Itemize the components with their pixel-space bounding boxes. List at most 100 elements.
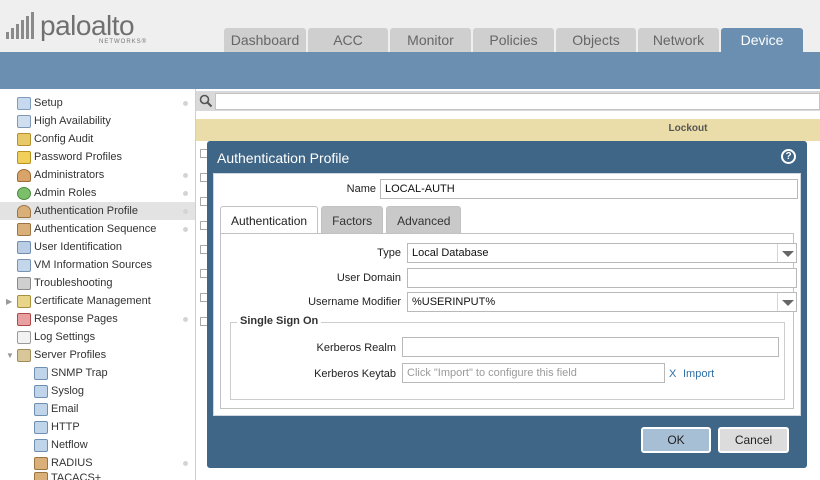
sidebar-item-high-availability[interactable]: High Availability: [0, 112, 195, 130]
single-sign-on-group: Single Sign On Kerberos Realm Kerberos K…: [230, 315, 785, 400]
sidebar-item-label: Response Pages: [34, 313, 118, 325]
setup-icon: [17, 96, 31, 110]
sidebar-item-netflow[interactable]: Netflow: [0, 436, 195, 454]
snmp-trap-icon: [34, 366, 48, 380]
sidebar-item-label: Authentication Profile: [34, 205, 138, 217]
main-tabs: Dashboard ACC Monitor Policies Objects N…: [224, 28, 805, 52]
sidebar-item-label: Syslog: [51, 385, 85, 397]
email-icon: [34, 402, 48, 416]
http-icon: [34, 420, 48, 434]
sidebar-item-syslog[interactable]: Syslog: [0, 382, 195, 400]
tab-policies[interactable]: Policies: [473, 28, 554, 52]
sidebar-item-tacacs[interactable]: TACACS+: [0, 472, 195, 480]
sidebar-item-setup[interactable]: Setup: [0, 94, 195, 112]
syslog-icon: [34, 384, 48, 398]
tab-factors[interactable]: Factors: [321, 206, 384, 234]
server-profiles-icon: [17, 348, 31, 362]
status-dot: [183, 460, 188, 466]
username-modifier-select[interactable]: %USERINPUT%: [407, 292, 797, 312]
sidebar-item-label: Troubleshooting: [34, 277, 113, 289]
sidebar-item-log-settings[interactable]: Log Settings: [0, 328, 195, 346]
sidebar-item-server-profiles[interactable]: ▼ Server Profiles: [0, 346, 195, 364]
password-profiles-icon: [17, 150, 31, 164]
ok-button[interactable]: OK: [641, 427, 711, 453]
certificate-management-icon: [17, 294, 31, 308]
type-select-value: Local Database: [412, 247, 489, 259]
column-header-lockout: Lockout: [668, 123, 708, 134]
search-bar: [196, 91, 820, 111]
sidebar-item-email[interactable]: Email: [0, 400, 195, 418]
vm-information-sources-icon: [17, 258, 31, 272]
status-dot: [183, 190, 188, 196]
username-modifier-value: %USERINPUT%: [412, 296, 496, 308]
status-dot: [183, 226, 188, 232]
sidebar-item-label: RADIUS: [51, 457, 93, 469]
tab-authentication[interactable]: Authentication: [220, 206, 319, 234]
tab-acc[interactable]: ACC: [308, 28, 388, 52]
chevron-down-icon[interactable]: [777, 293, 796, 311]
header-band: [0, 52, 820, 89]
kerberos-keytab-field[interactable]: Click "Import" to configure this field: [402, 363, 665, 383]
sidebar-item-label: Authentication Sequence: [34, 223, 157, 235]
status-dot: [183, 172, 188, 178]
sidebar-item-response-pages[interactable]: Response Pages: [0, 310, 195, 328]
chevron-down-icon[interactable]: [777, 244, 796, 262]
search-icon[interactable]: [199, 94, 213, 108]
authentication-sequence-icon: [17, 222, 31, 236]
kerberos-realm-field[interactable]: [402, 337, 779, 357]
sidebar-item-label: VM Information Sources: [34, 259, 152, 271]
sidebar-item-label: Log Settings: [34, 331, 96, 343]
status-dot: [183, 208, 188, 214]
collapse-icon[interactable]: ▼: [6, 351, 14, 360]
tab-objects[interactable]: Objects: [556, 28, 636, 52]
clear-x-icon[interactable]: X: [669, 368, 676, 380]
log-settings-icon: [17, 330, 31, 344]
cancel-button[interactable]: Cancel: [718, 427, 789, 453]
netflow-icon: [34, 438, 48, 452]
sidebar-item-snmp-trap[interactable]: SNMP Trap: [0, 364, 195, 382]
import-link[interactable]: Import: [683, 368, 714, 380]
sidebar-item-radius[interactable]: RADIUS: [0, 454, 195, 472]
sidebar-item-label: HTTP: [51, 421, 80, 433]
sidebar-item-label: Setup: [34, 97, 63, 109]
paloalto-logo: paloalto NETWORKS®: [4, 8, 154, 48]
sidebar-item-authentication-profile[interactable]: Authentication Profile: [0, 202, 195, 220]
authentication-tab-panel: Type Local Database User Domain Username…: [220, 233, 797, 409]
tab-monitor[interactable]: Monitor: [390, 28, 471, 52]
logo-text: paloalto: [40, 10, 135, 41]
tacacs-icon: [34, 472, 48, 480]
user-identification-icon: [17, 240, 31, 254]
user-domain-label: User Domain: [336, 272, 401, 284]
sidebar-item-config-audit[interactable]: Config Audit: [0, 130, 195, 148]
tab-dashboard[interactable]: Dashboard: [224, 28, 306, 52]
sidebar-item-authentication-sequence[interactable]: Authentication Sequence: [0, 220, 195, 238]
name-field[interactable]: LOCAL-AUTH: [380, 179, 798, 199]
sidebar-item-label: Certificate Management: [34, 295, 151, 307]
type-select[interactable]: Local Database: [407, 243, 797, 263]
sidebar-item-certificate-management[interactable]: ▶ Certificate Management: [0, 292, 195, 310]
status-dot: [183, 316, 188, 322]
kerberos-realm-label: Kerberos Realm: [316, 342, 396, 354]
user-domain-field[interactable]: [407, 268, 797, 288]
sidebar-item-http[interactable]: HTTP: [0, 418, 195, 436]
tab-device[interactable]: Device: [721, 28, 803, 52]
sidebar-item-vm-information-sources[interactable]: VM Information Sources: [0, 256, 195, 274]
username-modifier-label: Username Modifier: [308, 296, 401, 308]
administrators-icon: [17, 168, 31, 182]
tab-network[interactable]: Network: [638, 28, 719, 52]
sidebar-item-troubleshooting[interactable]: Troubleshooting: [0, 274, 195, 292]
troubleshooting-icon: [17, 276, 31, 290]
sidebar-item-administrators[interactable]: Administrators: [0, 166, 195, 184]
sidebar-item-password-profiles[interactable]: Password Profiles: [0, 148, 195, 166]
sidebar-item-label: Email: [51, 403, 79, 415]
status-dot: [183, 100, 188, 106]
tab-advanced[interactable]: Advanced: [386, 206, 462, 234]
sidebar-item-label: Netflow: [51, 439, 88, 451]
sidebar-item-label: Password Profiles: [34, 151, 123, 163]
help-icon[interactable]: ?: [781, 149, 796, 164]
expand-icon[interactable]: ▶: [6, 297, 12, 306]
dialog-tabs: Authentication Factors Advanced: [220, 206, 464, 234]
search-input[interactable]: [215, 93, 820, 110]
sidebar-item-admin-roles[interactable]: Admin Roles: [0, 184, 195, 202]
sidebar-item-user-identification[interactable]: User Identification: [0, 238, 195, 256]
